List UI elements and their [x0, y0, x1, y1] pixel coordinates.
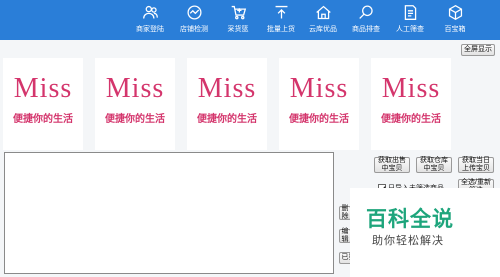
nav-cart[interactable]: 采货篮	[218, 2, 258, 38]
nav-label: 批量上货	[267, 26, 295, 33]
banner-card[interactable]: Miss 便捷你的生活	[95, 58, 175, 150]
nav-label: 店铺检测	[180, 26, 208, 33]
product-log-area[interactable]	[4, 152, 334, 274]
document-icon	[404, 5, 416, 20]
banner-slogan: 便捷你的生活	[13, 114, 73, 125]
chart-monitor-icon	[186, 5, 202, 20]
nav-label: 人工筛查	[396, 26, 424, 33]
get-today-upload-button[interactable]: 获取当日上传宝贝	[458, 157, 494, 173]
banner-card[interactable]: Miss 便捷你的生活	[371, 58, 451, 150]
search-icon	[358, 5, 373, 19]
user-group-icon	[142, 5, 158, 19]
fullscreen-button[interactable]: 全屏显示	[461, 44, 495, 56]
nav-product-check[interactable]: 商品排查	[346, 2, 386, 38]
nav-shop-check[interactable]: 店铺检测	[174, 2, 214, 38]
banner-slogan: 便捷你的生活	[105, 114, 165, 125]
banner-card[interactable]: Miss 便捷你的生活	[3, 58, 83, 150]
banner-brand: Miss	[13, 73, 73, 104]
banner-brand: Miss	[197, 73, 257, 104]
nav-merchant-login[interactable]: 商家登陆	[130, 2, 170, 38]
banner-row: Miss 便捷你的生活 Miss 便捷你的生活 Miss 便捷你的生活 Miss…	[0, 58, 500, 150]
nav-bulk-upload[interactable]: 批量上货	[261, 2, 301, 38]
box-icon	[448, 4, 462, 21]
cart-icon	[231, 5, 246, 20]
watermark-title: 百科全说	[366, 208, 454, 231]
get-warehouse-button[interactable]: 获取仓库中宝贝	[416, 157, 452, 173]
nav-label: 商品排查	[352, 26, 380, 33]
nav-label: 采货篮	[227, 26, 249, 33]
banner-card[interactable]: Miss 便捷你的生活	[187, 58, 267, 150]
banner-slogan: 便捷你的生活	[289, 114, 349, 125]
banner-brand: Miss	[381, 73, 441, 104]
watermark-subtitle: 助你轻松解决	[372, 235, 444, 247]
banner-slogan: 便捷你的生活	[381, 114, 441, 125]
banner-brand: Miss	[105, 73, 165, 104]
nav-treasure-box[interactable]: 百宝箱	[435, 2, 475, 38]
banner-card[interactable]: Miss 便捷你的生活	[279, 58, 359, 150]
nav-cloud-products[interactable]: 云库优品	[303, 2, 343, 38]
banner-slogan: 便捷你的生活	[197, 114, 257, 125]
get-on-sale-button[interactable]: 获取出售中宝贝	[374, 157, 410, 173]
nav-manual-check[interactable]: 人工筛查	[390, 2, 430, 38]
toolbar: 商家登陆 店铺检测 采货篮 批量上货 云库优品 商品排查 人工筛查 百宝箱	[0, 0, 500, 40]
nav-label: 百宝箱	[444, 26, 466, 33]
house-icon	[315, 5, 331, 20]
nav-label: 商家登陆	[136, 26, 164, 33]
upload-icon	[275, 5, 287, 19]
banner-brand: Miss	[289, 73, 349, 104]
nav-label: 云库优品	[309, 26, 337, 33]
